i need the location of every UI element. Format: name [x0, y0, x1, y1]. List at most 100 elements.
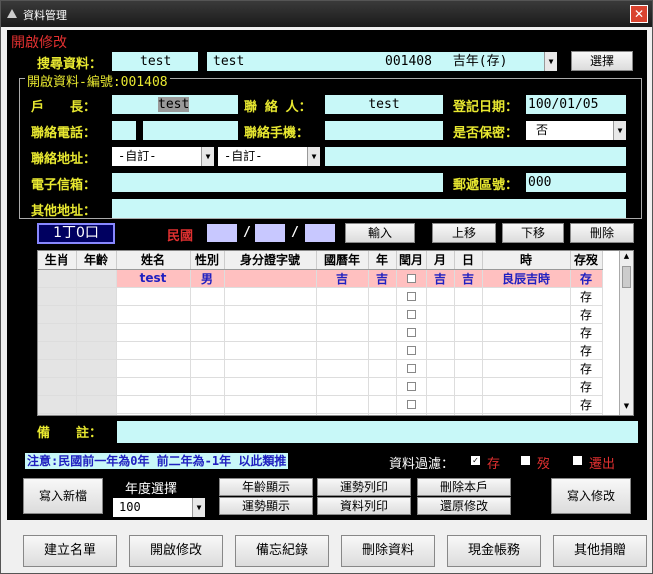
grid-cell[interactable] [38, 341, 77, 360]
leap-month-checkbox[interactable] [406, 400, 416, 409]
grid-cell[interactable] [396, 395, 427, 414]
grid-cell[interactable]: 吉 [316, 269, 369, 288]
grid-cell[interactable] [426, 305, 455, 324]
grid-cell[interactable] [316, 323, 369, 342]
contact-field[interactable]: test [325, 95, 443, 114]
grid-cell[interactable] [454, 323, 483, 342]
grid-cell[interactable] [368, 323, 397, 342]
search-field-1[interactable]: test [112, 52, 198, 71]
grid-cell[interactable] [190, 395, 225, 414]
data-print-button[interactable]: 資料列印 [317, 497, 411, 515]
notes-field[interactable] [117, 421, 638, 443]
grid-header-cell[interactable]: 日 [454, 251, 483, 270]
grid-cell[interactable]: 存 [570, 413, 603, 415]
table-row[interactable]: 存 [38, 287, 603, 306]
grid-cell[interactable] [38, 269, 77, 288]
grid-cell[interactable] [482, 413, 571, 415]
leap-month-checkbox[interactable] [406, 292, 416, 301]
table-row[interactable]: 存 [38, 359, 603, 378]
grid-vertical-scrollbar[interactable]: ▲ ▼ [619, 251, 633, 415]
input-button[interactable]: 輸入 [345, 223, 415, 243]
grid-cell[interactable]: 存 [570, 395, 603, 414]
confidential-select[interactable]: 否 ▼ [526, 121, 626, 140]
grid-header-cell[interactable]: 月 [426, 251, 455, 270]
grid-cell[interactable] [116, 359, 191, 378]
table-row[interactable]: 存 [38, 305, 603, 324]
memo-log-button[interactable]: 備忘紀錄 [235, 535, 329, 567]
grid-cell[interactable]: 存 [570, 377, 603, 396]
grid-cell[interactable] [368, 413, 397, 415]
grid-cell[interactable] [190, 341, 225, 360]
grid-cell[interactable] [396, 323, 427, 342]
grid-cell[interactable]: 存 [570, 305, 603, 324]
grid-cell[interactable] [76, 287, 117, 306]
table-row[interactable]: 存 [38, 341, 603, 360]
grid-cell[interactable] [76, 269, 117, 288]
grid-cell[interactable] [76, 341, 117, 360]
grid-cell[interactable] [116, 323, 191, 342]
grid-header-cell[interactable]: 年齡 [76, 251, 117, 270]
grid-cell[interactable] [76, 323, 117, 342]
grid-cell[interactable] [76, 359, 117, 378]
grid-cell[interactable] [396, 413, 427, 415]
fortune-print-button[interactable]: 運勢列印 [317, 478, 411, 496]
year-select[interactable]: 100 ▼ [113, 498, 205, 517]
grid-cell[interactable] [368, 305, 397, 324]
grid-cell[interactable] [368, 359, 397, 378]
grid-cell[interactable]: 吉 [426, 269, 455, 288]
grid-cell[interactable] [116, 377, 191, 396]
grid-cell[interactable] [482, 341, 571, 360]
grid-cell[interactable] [38, 323, 77, 342]
table-row[interactable]: 存 [38, 323, 603, 342]
grid-cell[interactable] [426, 359, 455, 378]
grid-cell[interactable] [190, 413, 225, 415]
grid-cell[interactable] [38, 305, 77, 324]
grid-cell[interactable]: test [116, 269, 191, 288]
grid-cell[interactable] [316, 395, 369, 414]
grid-cell[interactable] [454, 395, 483, 414]
filter-moved-checkbox[interactable] [573, 456, 582, 465]
grid-cell[interactable] [482, 395, 571, 414]
grid-cell[interactable] [396, 305, 427, 324]
search-result-combo[interactable]: 001408 吉年(存) [375, 52, 547, 71]
leap-month-checkbox[interactable] [406, 382, 416, 391]
grid-cell[interactable] [316, 377, 369, 396]
address-field[interactable] [325, 147, 626, 166]
grid-cell[interactable] [426, 413, 455, 415]
grid-cell[interactable] [224, 287, 317, 306]
mobile-field[interactable] [325, 121, 443, 140]
grid-cell[interactable] [426, 341, 455, 360]
table-row[interactable]: test 男吉吉吉吉良辰吉時存 [38, 269, 603, 288]
fortune-display-button[interactable]: 運勢顯示 [219, 497, 313, 515]
roc-year-field[interactable] [207, 224, 237, 242]
grid-cell[interactable] [316, 305, 369, 324]
search-combo-dropdown[interactable]: ▼ [544, 52, 557, 71]
grid-cell[interactable] [482, 323, 571, 342]
grid-header-cell[interactable]: 性別 [190, 251, 225, 270]
move-down-button[interactable]: 下移 [502, 223, 564, 243]
grid-cell[interactable] [224, 377, 317, 396]
members-grid[interactable]: 生肖 年齡 姓名 性別 身分證字號 國曆年年閏月月日時存歿 test 男吉吉吉吉良辰吉時存存… [37, 250, 634, 416]
grid-cell[interactable] [116, 395, 191, 414]
grid-cell[interactable] [396, 287, 427, 306]
grid-cell[interactable]: 男 [190, 269, 225, 288]
table-row[interactable]: 存 [38, 413, 603, 415]
grid-cell[interactable] [116, 287, 191, 306]
email-field[interactable] [112, 173, 443, 192]
table-row[interactable]: 存 [38, 395, 603, 414]
grid-cell[interactable] [190, 287, 225, 306]
grid-cell[interactable] [76, 305, 117, 324]
grid-cell[interactable] [396, 359, 427, 378]
grid-cell[interactable] [454, 305, 483, 324]
write-edit-button[interactable]: 寫入修改 [551, 478, 631, 514]
delete-data-button[interactable]: 刪除資料 [341, 535, 435, 567]
filter-dead-checkbox[interactable] [521, 456, 530, 465]
grid-cell[interactable] [396, 377, 427, 396]
grid-cell[interactable] [316, 341, 369, 360]
search-field-2[interactable]: test [207, 52, 375, 71]
leap-month-checkbox[interactable] [406, 346, 416, 355]
phone-field[interactable] [143, 121, 238, 140]
grid-cell[interactable] [368, 395, 397, 414]
leap-month-checkbox[interactable] [406, 328, 416, 337]
grid-cell[interactable] [224, 323, 317, 342]
